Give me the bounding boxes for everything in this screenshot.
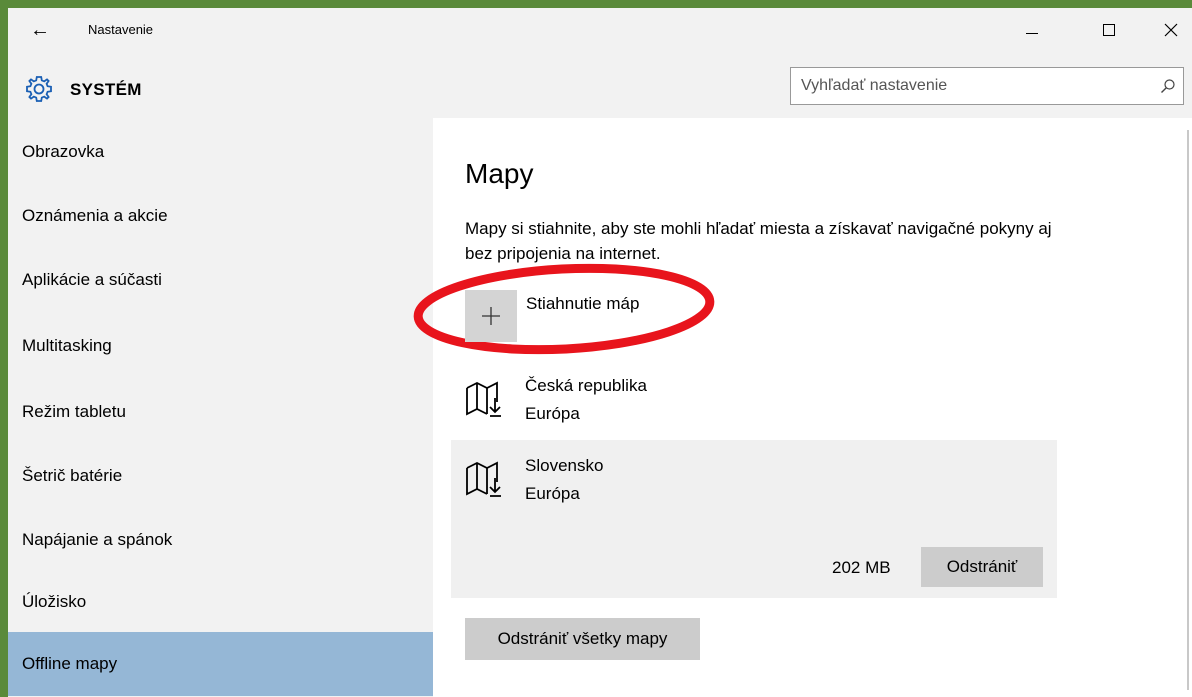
sidebar-item-storage[interactable]: Úložisko (8, 570, 433, 634)
sidebar-item-tablet-mode[interactable]: Režim tabletu (8, 380, 433, 444)
map-size: 202 MB (832, 558, 891, 577)
settings-header: SYSTÉM (8, 52, 1192, 118)
title-bar: ← Nastavenie (8, 8, 1192, 52)
sidebar-item-apps[interactable]: Aplikácie a súčasti (8, 248, 433, 312)
maximize-button[interactable] (1086, 8, 1132, 52)
scrollbar-thumb[interactable] (1187, 130, 1189, 690)
search-icon[interactable] (1153, 68, 1183, 104)
minimize-icon (1026, 32, 1038, 34)
settings-window: ← Nastavenie SYSTÉM Vyhľadať nastavenie … (8, 8, 1192, 697)
sidebar-item-power-sleep[interactable]: Napájanie a spánok (8, 508, 433, 572)
remove-map-button[interactable]: Odstrániť (921, 547, 1043, 587)
download-maps-button[interactable] (465, 290, 517, 342)
map-download-icon (466, 381, 501, 417)
sidebar-item-battery-saver[interactable]: Šetrič batérie (8, 444, 433, 508)
back-arrow-icon[interactable]: ← (26, 18, 54, 42)
map-region: Európa (525, 404, 580, 423)
download-maps-label[interactable]: Stiahnutie máp (526, 294, 639, 314)
close-button[interactable] (1148, 8, 1192, 52)
sidebar-item-notifications[interactable]: Oznámenia a akcie (8, 184, 433, 248)
sidebar-item-multitasking[interactable]: Multitasking (8, 314, 433, 378)
page-description: Mapy si stiahnite, aby ste mohli hľadať … (465, 219, 1052, 263)
map-download-icon (466, 461, 501, 497)
map-name: Česká republika (525, 376, 647, 395)
selected-map-card[interactable]: Slovensko Európa 202 MB Odstrániť (451, 440, 1057, 598)
close-icon (1164, 23, 1178, 37)
sidebar-item-offline-maps[interactable]: Offline mapy (8, 632, 433, 696)
maximize-icon (1103, 24, 1115, 36)
gear-icon (26, 76, 52, 102)
main-content: Mapy Mapy si stiahnite, aby ste mohli hľ… (413, 118, 1184, 697)
search-input[interactable] (791, 68, 1153, 104)
section-title: SYSTÉM (70, 80, 142, 99)
remove-all-maps-button[interactable]: Odstrániť všetky mapy (465, 618, 700, 660)
app-title: Nastavenie (88, 22, 154, 37)
minimize-button[interactable] (1009, 8, 1055, 52)
page-title: Mapy (465, 158, 534, 189)
map-name: Slovensko (525, 456, 604, 475)
sidebar: Obrazovka Oznámenia a akcie Aplikácie a … (8, 118, 433, 697)
map-region: Európa (525, 484, 580, 503)
plus-icon (482, 307, 500, 325)
scrollbar[interactable] (1184, 118, 1192, 697)
sidebar-item-obrazovka[interactable]: Obrazovka (8, 120, 433, 184)
search-box[interactable] (790, 67, 1184, 105)
